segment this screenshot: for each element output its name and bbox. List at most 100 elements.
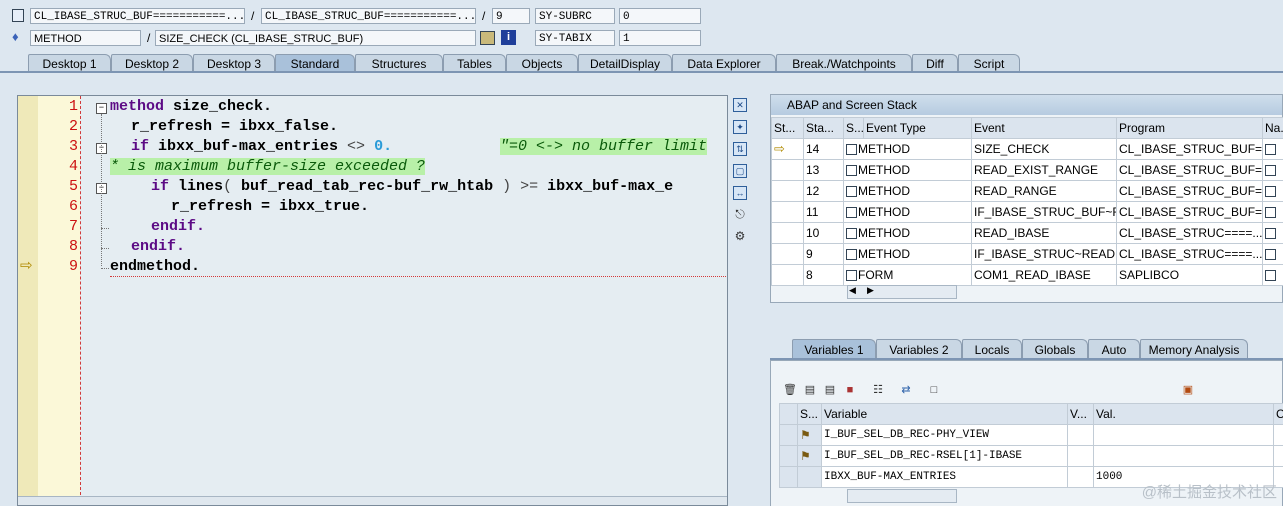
column-header[interactable]: Na... xyxy=(1262,117,1283,139)
column-header[interactable]: Variable xyxy=(821,403,1068,425)
table-row[interactable]: ⚑ I_BUF_SEL_DB_REC-RSEL[1]-IBASE xyxy=(779,445,1283,467)
navigate-icon[interactable] xyxy=(1262,159,1283,181)
save-icon[interactable]: ▣ xyxy=(1181,383,1195,397)
source-editor[interactable]: 1 2 3 4 5 6 7 8 9 ⇨ − − − method size_ch… xyxy=(17,95,728,506)
tab-desktop-2[interactable]: Desktop 2 xyxy=(111,54,193,72)
keyword: if xyxy=(131,138,150,155)
table-row[interactable]: ⇨ 14 METHOD SIZE_CHECK CL_IBASE_STRUC_BU… xyxy=(771,138,1283,160)
navigate-icon[interactable] xyxy=(1262,222,1283,244)
transfer-icon[interactable]: ⇄ xyxy=(899,383,913,397)
stack-level: 10 xyxy=(803,222,844,244)
tab-standard[interactable]: Standard xyxy=(275,54,355,72)
column-header[interactable]: S... xyxy=(797,403,822,425)
breakpoint-gutter[interactable] xyxy=(18,96,39,505)
table-row[interactable]: 9 METHOD IF_IBASE_STRUC~READ... CL_IBASE… xyxy=(771,243,1283,265)
code-line-7: endif. xyxy=(151,218,206,235)
services-icon[interactable]: ⎋ xyxy=(733,207,747,221)
fold-guide xyxy=(101,248,109,250)
structure-icon[interactable]: ☷ xyxy=(871,383,885,397)
source-icon xyxy=(846,186,857,198)
close-icon[interactable]: ✕ xyxy=(733,98,747,112)
tab-locals[interactable]: Locals xyxy=(962,339,1022,359)
variables-scrollbar[interactable] xyxy=(847,489,957,503)
variable-name[interactable]: I_BUF_SEL_DB_REC-RSEL[1]-IBASE xyxy=(821,445,1068,467)
column-header[interactable]: Sta... xyxy=(803,117,844,139)
table-row[interactable]: 13 METHOD READ_EXIST_RANGE CL_IBASE_STRU… xyxy=(771,159,1283,181)
variable-value[interactable] xyxy=(1093,424,1274,446)
code-line-3: if ibxx_buf-max_entries <> 0. xyxy=(131,138,392,155)
swap-tool-icon[interactable]: ⇅ xyxy=(733,142,747,156)
sysvar-value-1[interactable]: 0 xyxy=(619,8,701,24)
insert-icon[interactable]: ■ xyxy=(843,383,857,397)
scroll-left-icon[interactable]: ◀ xyxy=(849,285,856,296)
line-field[interactable]: 9 xyxy=(492,8,530,24)
variables-table: S... Variable V... Val. C ⚑ I_BUF_SEL_DB… xyxy=(779,403,1283,488)
tab-structures[interactable]: Structures xyxy=(355,54,443,72)
table-row[interactable]: ⚑ I_BUF_SEL_DB_REC-PHY_VIEW xyxy=(779,424,1283,446)
program-field[interactable]: CL_IBASE_STRUC_BUF===========... xyxy=(30,8,245,24)
column-header[interactable]: V... xyxy=(1067,403,1094,425)
fold-toggle-icon[interactable]: − xyxy=(96,103,107,114)
column-header[interactable]: St... xyxy=(771,117,804,139)
folder-icon[interactable]: □ xyxy=(927,383,941,397)
sysvar-value-2[interactable]: 1 xyxy=(619,30,701,46)
new-tool-icon[interactable]: ✦ xyxy=(733,120,747,134)
new-variable-icon[interactable]: ▤ xyxy=(803,383,817,397)
navigate-icon[interactable] xyxy=(1262,180,1283,202)
stack-scrollbar[interactable] xyxy=(847,285,957,299)
copy-icon[interactable]: ▤ xyxy=(823,383,837,397)
scroll-right-icon[interactable]: ▶ xyxy=(867,285,874,296)
editor-scrollbar[interactable] xyxy=(18,496,727,505)
tab-detaildisplay[interactable]: DetailDisplay xyxy=(578,54,672,72)
column-header[interactable]: Val. xyxy=(1093,403,1274,425)
table-row[interactable]: 12 METHOD READ_RANGE CL_IBASE_STRUC_BUF=… xyxy=(771,180,1283,202)
tab-diff[interactable]: Diff xyxy=(912,54,958,72)
column-header[interactable]: Program xyxy=(1116,117,1263,139)
navigate-icon[interactable] xyxy=(1262,138,1283,160)
tab-breakpoints[interactable]: Break./Watchpoints xyxy=(776,54,912,72)
separator: / xyxy=(251,9,255,23)
navigate-icon[interactable] xyxy=(1262,243,1283,265)
tab-objects[interactable]: Objects xyxy=(506,54,578,72)
navigate-icon[interactable] xyxy=(1262,264,1283,286)
table-row[interactable]: 8 FORM COM1_READ_IBASE SAPLIBCO xyxy=(771,264,1283,286)
tab-desktop-1[interactable]: Desktop 1 xyxy=(28,54,111,72)
operator: ) >= xyxy=(493,178,548,195)
variable-value[interactable] xyxy=(1093,445,1274,467)
settings-icon[interactable]: ⚙ xyxy=(733,229,747,243)
event-field[interactable]: SIZE_CHECK (CL_IBASE_STRUC_BUF) xyxy=(155,30,476,46)
include-field[interactable]: CL_IBASE_STRUC_BUF===========... xyxy=(261,8,476,24)
tab-memory-analysis[interactable]: Memory Analysis xyxy=(1140,339,1248,359)
tab-tables[interactable]: Tables xyxy=(443,54,506,72)
delete-icon[interactable]: 🗑 xyxy=(783,383,797,397)
tab-variables-2[interactable]: Variables 2 xyxy=(876,339,962,359)
separator: / xyxy=(482,9,486,23)
info-icon[interactable]: i xyxy=(501,30,516,45)
tab-divider xyxy=(0,71,1283,73)
variable-name[interactable]: IBXX_BUF-MAX_ENTRIES xyxy=(821,466,1068,488)
tab-desktop-3[interactable]: Desktop 3 xyxy=(193,54,275,72)
variable-name[interactable]: I_BUF_SEL_DB_REC-PHY_VIEW xyxy=(821,424,1068,446)
tab-globals[interactable]: Globals xyxy=(1022,339,1088,359)
table-row[interactable]: 11 METHOD IF_IBASE_STRUC_BUF~R... CL_IBA… xyxy=(771,201,1283,223)
program-cell: CL_IBASE_STRUC_BUF=... xyxy=(1116,159,1263,181)
event-type-cell: METHOD xyxy=(843,222,972,244)
column-header[interactable]: Event Type xyxy=(863,117,972,139)
display-source-icon[interactable] xyxy=(480,31,495,45)
resize-icon[interactable]: ↔ xyxy=(733,186,747,200)
tab-data-explorer[interactable]: Data Explorer xyxy=(672,54,776,72)
tab-variables-1[interactable]: Variables 1 xyxy=(792,339,876,359)
event-cell: READ_RANGE xyxy=(971,180,1117,202)
sysvar-name-2[interactable]: SY-TABIX xyxy=(535,30,615,46)
tab-auto[interactable]: Auto xyxy=(1088,339,1140,359)
column-header[interactable]: C xyxy=(1273,403,1283,425)
navigate-icon[interactable] xyxy=(1262,201,1283,223)
sysvar-name-1[interactable]: SY-SUBRC xyxy=(535,8,615,24)
column-header[interactable]: Event xyxy=(971,117,1117,139)
current-line-underline xyxy=(110,276,727,277)
maximize-icon[interactable]: ▢ xyxy=(733,164,747,178)
tab-script[interactable]: Script xyxy=(958,54,1020,72)
table-row[interactable]: 10 METHOD READ_IBASE CL_IBASE_STRUC====.… xyxy=(771,222,1283,244)
event-type-field[interactable]: METHOD xyxy=(30,30,141,46)
column-header[interactable]: S... xyxy=(843,117,864,139)
